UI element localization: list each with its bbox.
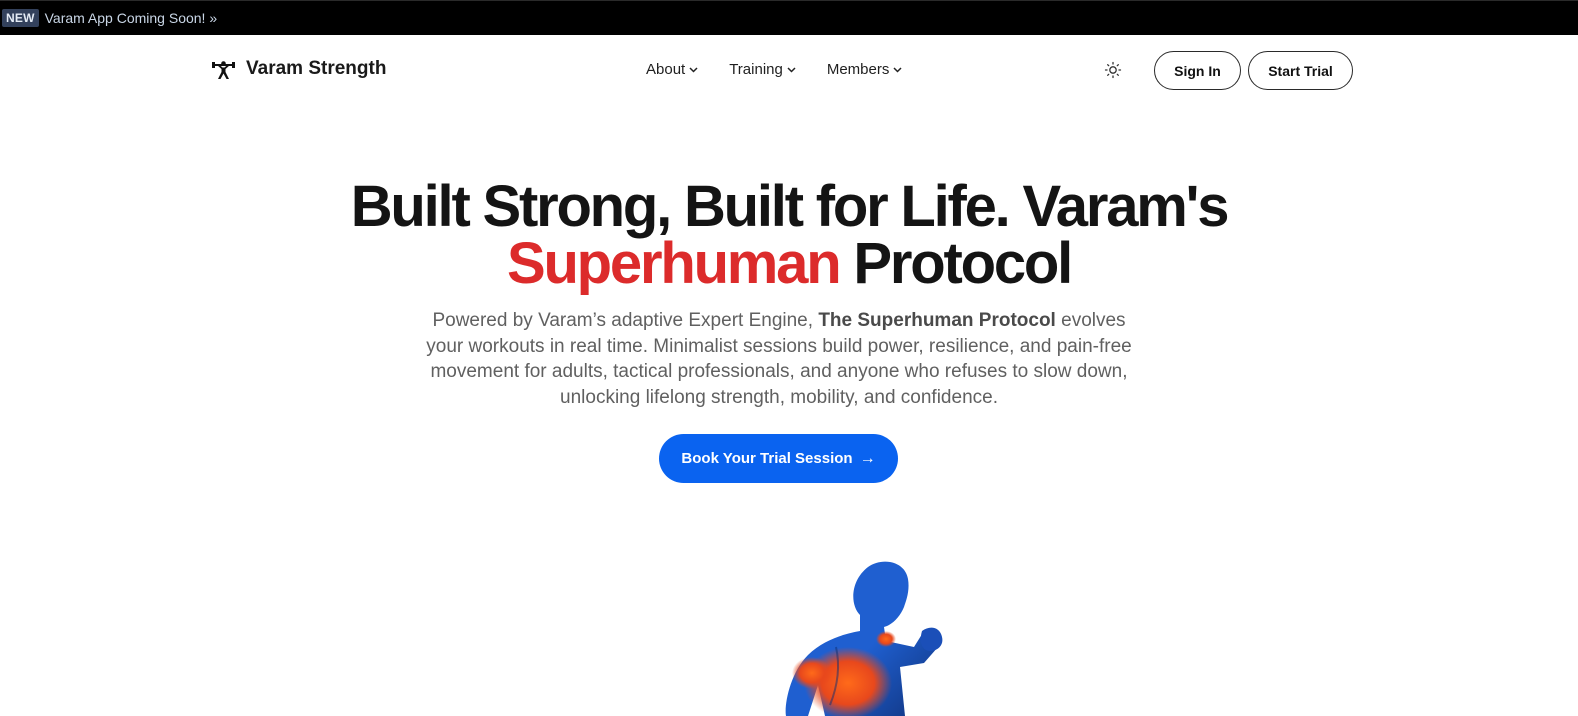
hero-title-accent: Superhuman	[506, 231, 842, 296]
main-menu: About Training Members	[646, 61, 902, 78]
announcement-bar[interactable]: NEW Varam App Coming Soon! »	[0, 0, 1578, 35]
announcement-link[interactable]: Varam App Coming Soon! »	[45, 10, 218, 26]
sun-icon[interactable]	[1104, 61, 1122, 79]
chevron-down-icon	[893, 66, 902, 73]
brand-logo-link[interactable]: Varam Strength	[211, 57, 386, 81]
nav-item-about[interactable]: About	[646, 61, 698, 78]
chevron-down-icon	[689, 66, 698, 73]
hero-subtitle: Powered by Varam’s adaptive Expert Engin…	[414, 308, 1144, 411]
nav-item-label: Members	[826, 61, 890, 78]
brand-name: Varam Strength	[246, 58, 387, 79]
nav-item-members[interactable]: Members	[827, 61, 903, 78]
cta-label: Book Your Trial Session	[681, 450, 853, 467]
hero-subtitle-emphasis: The Superhuman Protocol	[818, 310, 1056, 331]
athlete-illustration	[785, 561, 943, 716]
hero-title-line1: Built Strong, Built for Life. Varam's	[350, 174, 1230, 239]
nav-item-label: Training	[729, 61, 783, 78]
nav-item-training[interactable]: Training	[729, 61, 796, 78]
start-trial-button[interactable]: Start Trial	[1248, 51, 1353, 90]
nav-item-label: About	[646, 61, 686, 78]
book-trial-button[interactable]: Book Your Trial Session →	[659, 434, 898, 483]
top-navigation: Varam Strength About Training Members Si…	[0, 35, 1578, 105]
chevron-down-icon	[787, 66, 796, 73]
hero-subtitle-intro: Powered by Varam’s adaptive Expert Engin…	[432, 310, 814, 331]
weightlifter-icon	[212, 61, 235, 79]
arrow-right-icon: →	[859, 449, 876, 467]
hero-title: Built Strong, Built for Life. Varam's Su…	[0, 178, 1578, 293]
sign-in-button[interactable]: Sign In	[1154, 51, 1241, 90]
new-badge: NEW	[2, 9, 39, 27]
hero-title-rest: Protocol	[853, 231, 1073, 296]
